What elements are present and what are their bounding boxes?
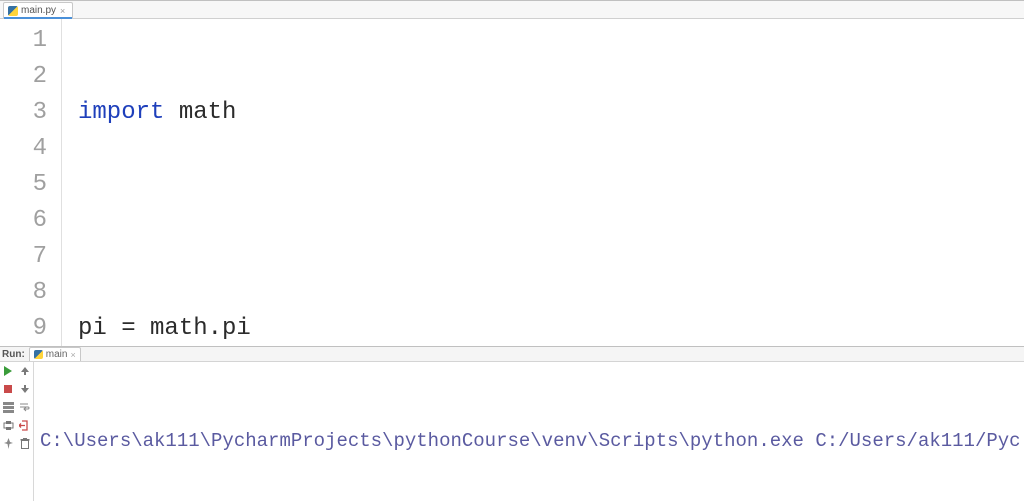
trash-icon[interactable] — [19, 437, 31, 449]
code-line: pi = math.pi — [78, 311, 1024, 346]
code-token: math — [164, 99, 236, 126]
keyword-token: import — [78, 99, 164, 126]
print-icon[interactable] — [2, 419, 14, 431]
line-number: 5 — [0, 167, 47, 203]
python-file-icon — [8, 6, 18, 16]
up-arrow-icon[interactable] — [19, 365, 31, 377]
rerun-icon[interactable] — [2, 365, 14, 377]
line-number: 6 — [0, 203, 47, 239]
code-line — [78, 203, 1024, 239]
exit-icon[interactable] — [19, 419, 31, 431]
down-arrow-icon[interactable] — [19, 383, 31, 395]
code-text[interactable]: import math pi = math.pi exp_const = mat… — [62, 19, 1024, 346]
run-header-label: Run: — [2, 349, 25, 360]
pin-icon[interactable] — [2, 437, 14, 449]
console-command-line: C:\Users\ak111\PycharmProjects\pythonCou… — [40, 426, 1024, 456]
line-number: 4 — [0, 131, 47, 167]
run-tool-window: Run: main × — [0, 347, 1024, 501]
line-number: 2 — [0, 59, 47, 95]
run-toolbar — [0, 362, 34, 501]
line-number: 7 — [0, 239, 47, 275]
editor-tab-main-py[interactable]: main.py × — [3, 2, 73, 18]
code-editor[interactable]: 1 2 3 4 5 6 7 8 9 import math pi = math.… — [0, 19, 1024, 346]
editor-tab-label: main.py — [21, 5, 56, 16]
soft-wrap-icon[interactable] — [19, 401, 31, 413]
python-file-icon — [34, 350, 43, 359]
run-header: Run: main × — [0, 347, 1024, 362]
line-number-gutter: 1 2 3 4 5 6 7 8 9 — [0, 19, 62, 346]
line-number: 1 — [0, 23, 47, 59]
code-line: import math — [78, 95, 1024, 131]
close-icon[interactable]: × — [59, 6, 66, 16]
run-tab-main[interactable]: main × — [29, 347, 81, 361]
close-icon[interactable]: × — [70, 350, 75, 360]
editor-pane: main.py × 1 2 3 4 5 6 7 8 9 import math … — [0, 0, 1024, 347]
layout-icon[interactable] — [2, 401, 14, 413]
run-console[interactable]: C:\Users\ak111\PycharmProjects\pythonCou… — [34, 362, 1024, 501]
editor-tabs-bar: main.py × — [0, 1, 1024, 19]
run-tab-label: main — [46, 349, 68, 360]
line-number: 9 — [0, 311, 47, 347]
stop-icon[interactable] — [2, 383, 14, 395]
line-number: 8 — [0, 275, 47, 311]
run-body: C:\Users\ak111\PycharmProjects\pythonCou… — [0, 362, 1024, 501]
line-number: 3 — [0, 95, 47, 131]
